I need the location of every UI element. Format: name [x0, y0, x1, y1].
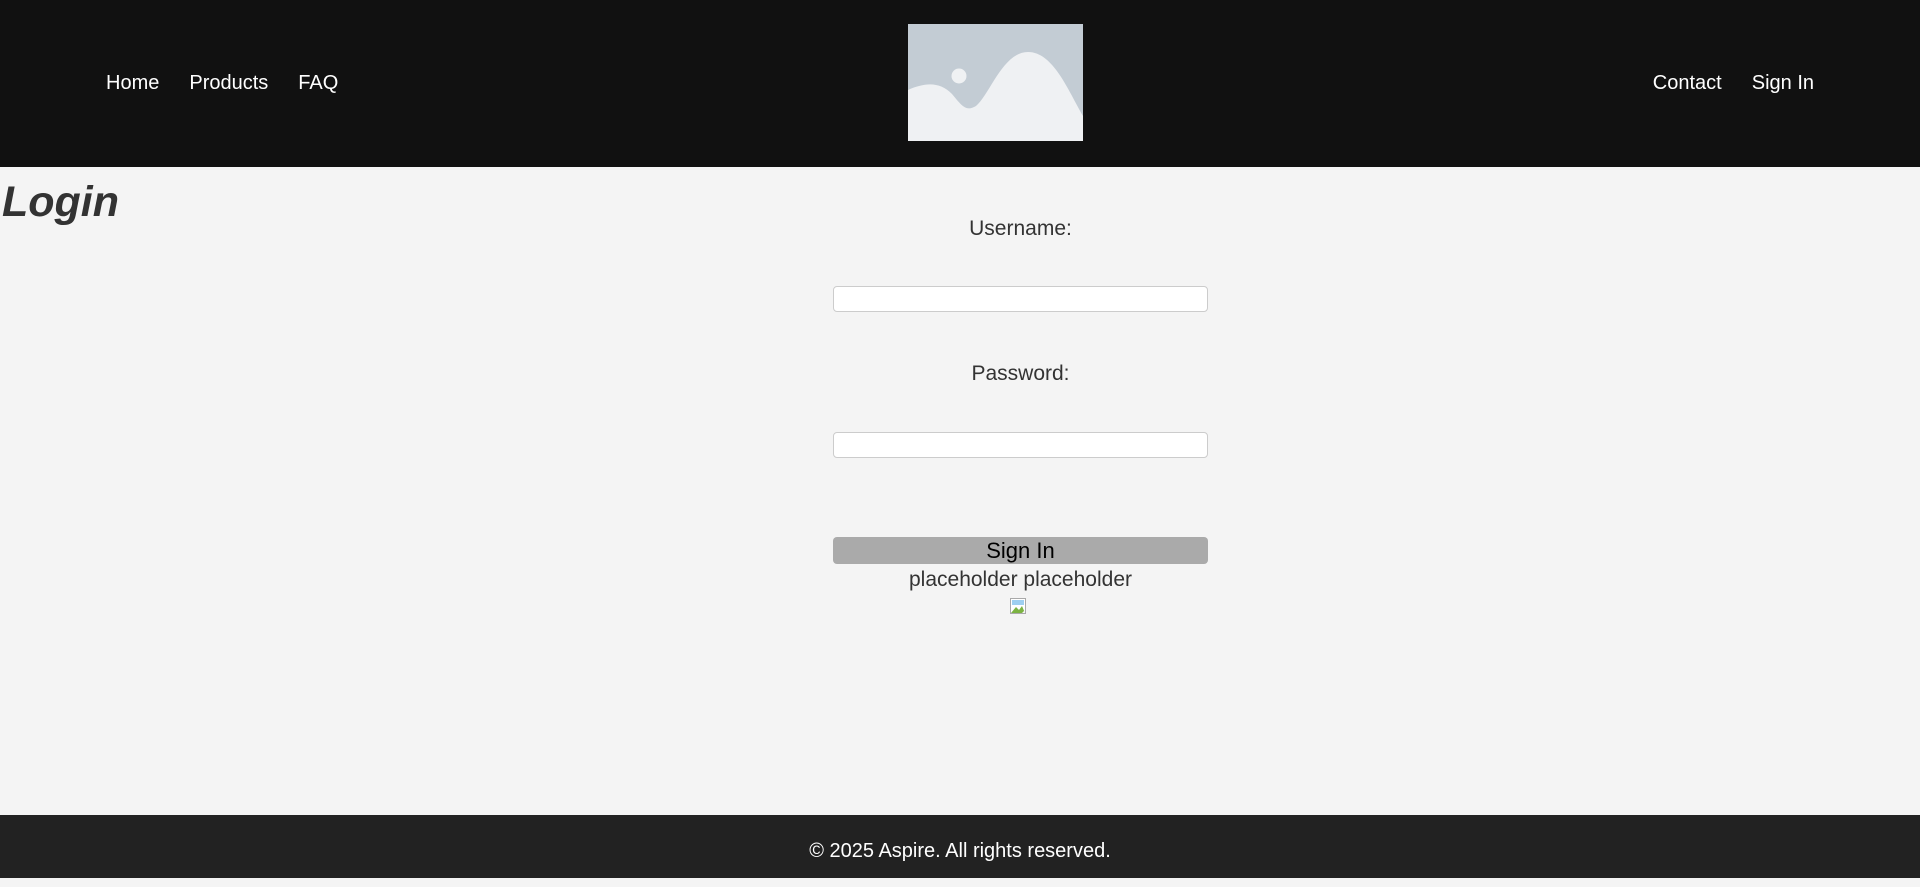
username-input[interactable] — [833, 286, 1208, 312]
footer-copyright: © 2025 Aspire. All rights reserved. — [809, 840, 1111, 862]
nav-link-sign-in[interactable]: Sign In — [1752, 71, 1814, 95]
nav-link-home[interactable]: Home — [106, 71, 159, 95]
secondary-nav: Contact Sign In — [1653, 71, 1814, 95]
page-title: Login — [2, 178, 120, 226]
password-input[interactable] — [833, 432, 1208, 458]
site-footer: © 2025 Aspire. All rights reserved. — [0, 815, 1920, 878]
username-label: Username: — [969, 217, 1072, 240]
site-header: Home Products FAQ Contact Sign In — [0, 0, 1920, 167]
primary-nav: Home Products FAQ — [106, 71, 338, 95]
password-label: Password: — [971, 362, 1070, 385]
sign-in-button[interactable]: Sign In — [833, 537, 1208, 564]
broken-image-icon — [1010, 598, 1030, 617]
image-placeholder-icon — [908, 24, 1083, 141]
helper-text: placeholder placeholder — [909, 568, 1132, 591]
logo-image-placeholder-icon[interactable] — [908, 24, 1083, 141]
nav-link-faq[interactable]: FAQ — [298, 71, 338, 95]
nav-link-products[interactable]: Products — [189, 71, 268, 95]
nav-link-contact[interactable]: Contact — [1653, 71, 1722, 95]
